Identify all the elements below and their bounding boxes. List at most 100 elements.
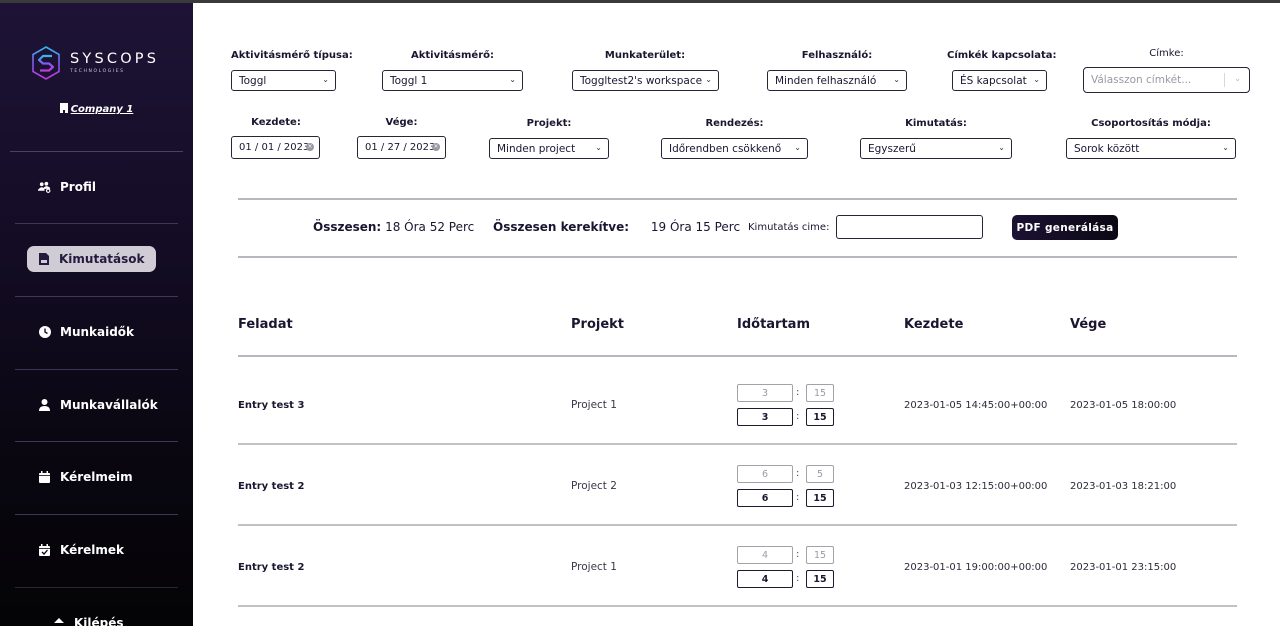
end-cell: 2023-01-03 18:21:00 xyxy=(1070,481,1177,492)
tracker-select[interactable]: Toggl 1 ⌄ xyxy=(382,70,523,91)
workspace-label: Munkaterület: xyxy=(604,50,686,61)
original-hours-field[interactable]: 3 xyxy=(737,384,793,402)
sidebar-divider xyxy=(15,514,178,515)
sidebar: SYSCOPS TECHNOLOGIES Company 1 Profil Ki… xyxy=(0,0,193,626)
column-header-end[interactable]: Vége xyxy=(1070,317,1106,332)
sidebar-divider xyxy=(15,587,178,588)
rounded-minutes-field[interactable]: 15 xyxy=(806,489,834,507)
clock-icon xyxy=(38,326,51,339)
row-divider xyxy=(238,443,1237,445)
pdf-file-icon xyxy=(37,253,50,266)
total-value: 18 Óra 52 Perc xyxy=(385,220,475,234)
clear-icon[interactable]: × xyxy=(432,143,440,151)
project-cell: Project 2 xyxy=(571,480,617,492)
clear-icon[interactable]: × xyxy=(306,143,314,151)
workspace-select[interactable]: Toggltest2's workspace ⌄ xyxy=(572,70,719,91)
chevron-down-icon: ⌄ xyxy=(1033,75,1040,84)
tag-select[interactable]: Válasszon címkét... ⌄ xyxy=(1083,67,1250,93)
end-date-input[interactable]: 01 / 27 / 2023 × xyxy=(357,136,446,159)
colon: : xyxy=(796,468,800,479)
duration-cell: 3 : 15 3 : 15 xyxy=(737,384,837,426)
column-header-task[interactable]: Feladat xyxy=(238,317,293,332)
sidebar-item-kerelmek[interactable]: Kérelmek xyxy=(38,543,124,557)
original-minutes-field[interactable]: 5 xyxy=(806,465,834,483)
logo-name: SYSCOPS xyxy=(70,51,160,67)
column-header-project[interactable]: Projekt xyxy=(571,317,624,332)
company-link[interactable]: Company 1 xyxy=(0,103,193,115)
tracker-value: Toggl 1 xyxy=(390,74,428,87)
tag-label: Címke: xyxy=(1149,48,1184,59)
calendar-check-icon xyxy=(38,544,51,557)
original-minutes-field[interactable]: 15 xyxy=(806,546,834,564)
end-date-label: Vége: xyxy=(385,117,418,128)
report-title-input[interactable] xyxy=(836,215,983,239)
report-title-label: Kimutatás cime: xyxy=(748,222,830,233)
user-select[interactable]: Minden felhasználó ⌄ xyxy=(767,70,907,91)
original-hours-field[interactable]: 6 xyxy=(737,465,793,483)
sidebar-item-label: Kilépés xyxy=(74,616,124,626)
sidebar-item-munkaidok[interactable]: Munkaidők xyxy=(38,325,134,339)
rounded-hours-field[interactable]: 6 xyxy=(737,489,793,507)
start-cell: 2023-01-03 12:15:00+00:00 xyxy=(904,481,1048,492)
duration-cell: 6 : 5 6 : 15 xyxy=(737,465,837,507)
rounded-minutes-field[interactable]: 15 xyxy=(806,408,834,426)
colon: : xyxy=(796,411,800,422)
chevron-down-icon: ⌄ xyxy=(998,143,1005,152)
sidebar-divider xyxy=(10,151,183,152)
sidebar-divider xyxy=(15,441,178,442)
grouping-label: Csoportosítás módja: xyxy=(1091,118,1211,129)
tag-relation-select[interactable]: ÉS kapcsolat ⌄ xyxy=(952,70,1047,91)
sidebar-item-kimutatasok[interactable]: Kimutatások xyxy=(27,246,156,272)
column-header-duration[interactable]: Időtartam xyxy=(737,317,810,332)
colon: : xyxy=(796,387,800,398)
select-divider xyxy=(1224,73,1225,87)
start-date-input[interactable]: 01 / 01 / 2023 × xyxy=(231,136,320,159)
column-header-start[interactable]: Kezdete xyxy=(904,317,963,332)
report-type-label: Kimutatás: xyxy=(905,118,967,129)
end-cell: 2023-01-05 18:00:00 xyxy=(1070,400,1177,411)
sidebar-item-label: Munkavállalók xyxy=(60,398,158,412)
total-label: Összesen: xyxy=(313,220,382,234)
rounded-label: Összesen kerekítve: xyxy=(493,220,630,234)
project-select[interactable]: Minden project ⌄ xyxy=(489,138,609,159)
end-date-value: 01 / 27 / 2023 xyxy=(365,142,436,153)
report-type-select[interactable]: Egyszerű ⌄ xyxy=(860,138,1012,159)
sidebar-item-label: Munkaidők xyxy=(60,325,135,339)
start-date-value: 01 / 01 / 2023 xyxy=(239,142,310,153)
sort-select[interactable]: Időrendben csökkenő ⌄ xyxy=(661,138,808,159)
sidebar-divider xyxy=(15,223,178,224)
rounded-value: 19 Óra 15 Perc xyxy=(650,220,741,234)
colon: : xyxy=(796,492,800,503)
sort-label: Rendezés: xyxy=(705,118,764,129)
main-content: Aktivitásmérő típusa: Toggl ⌄ Aktivitásmé… xyxy=(193,3,1280,626)
generate-pdf-button[interactable]: PDF generálása xyxy=(1012,215,1118,240)
rounded-hours-field[interactable]: 4 xyxy=(737,570,793,588)
user-value: Minden felhasználó xyxy=(775,74,877,87)
tracker-type-select[interactable]: Toggl ⌄ xyxy=(231,70,336,91)
sidebar-item-kerelmeim[interactable]: Kérelmeim xyxy=(38,470,133,484)
rounded-minutes-field[interactable]: 15 xyxy=(806,570,834,588)
tag-relation-label: Címkék kapcsolata: xyxy=(947,50,1057,61)
sidebar-item-munkavallalok[interactable]: Munkavállalók xyxy=(38,398,158,412)
sidebar-item-kilepes[interactable]: Kilépés xyxy=(52,616,124,626)
project-cell: Project 1 xyxy=(571,561,617,573)
rounded-hours-field[interactable]: 3 xyxy=(737,408,793,426)
grouping-select[interactable]: Sorok között ⌄ xyxy=(1066,138,1236,159)
calendar-icon xyxy=(38,471,51,484)
original-minutes-field[interactable]: 15 xyxy=(806,384,834,402)
user-label: Felhasználó: xyxy=(801,50,873,61)
tracker-type-label: Aktivitásmérő típusa: xyxy=(231,50,353,61)
logout-icon xyxy=(52,617,65,626)
users-gear-icon xyxy=(38,181,51,194)
sidebar-item-profil[interactable]: Profil xyxy=(38,180,96,194)
sidebar-item-label: Kérelmek xyxy=(60,543,125,557)
project-cell: Project 1 xyxy=(571,399,617,411)
chevron-down-icon[interactable]: ⌄ xyxy=(1234,74,1241,83)
window-top-bar xyxy=(0,0,1280,3)
duration-cell: 4 : 15 4 : 15 xyxy=(737,546,837,588)
sidebar-item-label: Profil xyxy=(60,180,96,194)
colon: : xyxy=(796,549,800,560)
original-hours-field[interactable]: 4 xyxy=(737,546,793,564)
task-cell: Entry test 3 xyxy=(238,400,305,411)
company-name[interactable]: Company 1 xyxy=(71,104,134,115)
